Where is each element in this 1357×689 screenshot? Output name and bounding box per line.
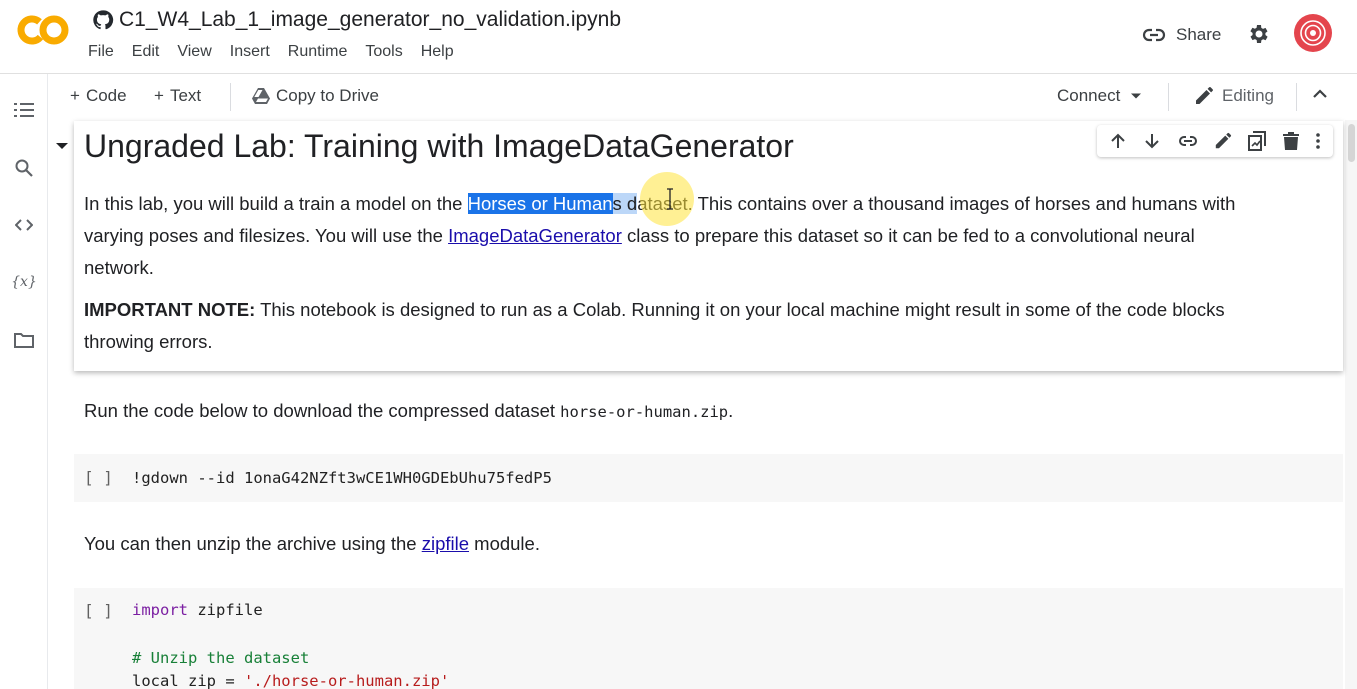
app-header: C1_W4_Lab_1_image_generator_no_validatio… bbox=[0, 0, 1357, 74]
menu-view[interactable]: View bbox=[177, 43, 211, 61]
page-title: Ungraded Lab: Training with ImageDataGen… bbox=[84, 128, 794, 164]
toolbar-divider bbox=[1296, 83, 1297, 111]
download-text: Run the code below to download the compr… bbox=[84, 400, 561, 421]
unzip-text: You can then unzip the archive using the bbox=[84, 533, 422, 554]
move-down-icon[interactable] bbox=[1143, 132, 1161, 150]
note-text: This notebook is designed to run as a Co… bbox=[255, 299, 1225, 320]
github-icon bbox=[93, 10, 114, 30]
intro-text: In this lab, you will build a train a mo… bbox=[84, 193, 468, 214]
editing-label: Editing bbox=[1222, 86, 1274, 105]
scrollbar-track[interactable] bbox=[1345, 120, 1357, 689]
toolbar-divider bbox=[1168, 83, 1169, 111]
filename-code: horse-or-human.zip bbox=[560, 403, 729, 421]
code-string: './horse-or-human.zip' bbox=[243, 672, 450, 689]
colab-logo[interactable] bbox=[14, 10, 72, 50]
scrollbar-thumb[interactable] bbox=[1348, 124, 1355, 162]
variables-icon[interactable]: {x} bbox=[11, 271, 37, 293]
connect-label: Connect bbox=[1057, 86, 1121, 105]
toolbar-divider bbox=[230, 83, 231, 111]
chevron-up-icon[interactable] bbox=[1312, 88, 1328, 100]
gear-icon[interactable] bbox=[1246, 22, 1270, 46]
run-cell-button[interactable]: [ ] bbox=[84, 468, 113, 487]
code-line[interactable]: local_zip = './horse-or-human.zip' bbox=[132, 672, 449, 689]
editing-mode-button[interactable]: Editing bbox=[1194, 86, 1274, 106]
add-code-button[interactable]: + Code bbox=[70, 86, 127, 106]
share-label: Share bbox=[1176, 25, 1222, 44]
plus-icon: + bbox=[70, 86, 80, 105]
left-sidebar: {x} bbox=[0, 74, 48, 689]
unzip-instructions: You can then unzip the archive using the… bbox=[84, 528, 540, 560]
share-button[interactable]: Share bbox=[1142, 23, 1221, 47]
menu-runtime[interactable]: Runtime bbox=[288, 43, 348, 61]
pencil-icon bbox=[1196, 87, 1213, 104]
title-row: C1_W4_Lab_1_image_generator_no_validatio… bbox=[92, 7, 621, 33]
link-icon bbox=[1142, 28, 1166, 42]
intro-text-rest: ataset. This contains over a thousand im… bbox=[637, 193, 1236, 214]
link-icon[interactable] bbox=[1178, 132, 1198, 150]
avatar-pattern-icon bbox=[1300, 20, 1326, 46]
code-keyword: import bbox=[132, 601, 188, 619]
delete-icon[interactable] bbox=[1282, 132, 1299, 150]
folder-icon[interactable] bbox=[13, 329, 35, 351]
cell-toolbar bbox=[1097, 125, 1333, 157]
intro-text: varying poses and filesizes. You will us… bbox=[84, 225, 449, 246]
intro-text-rest: class to prepare this dataset so it can … bbox=[621, 225, 1195, 246]
run-cell-button[interactable]: [ ] bbox=[84, 601, 113, 620]
chevron-down-icon[interactable] bbox=[1130, 92, 1142, 100]
zipfile-link[interactable]: zipfile bbox=[422, 533, 469, 554]
pencil-icon[interactable] bbox=[1214, 132, 1232, 150]
important-note: IMPORTANT NOTE: This notebook is designe… bbox=[84, 294, 1225, 326]
intro-line-2: varying poses and filesizes. You will us… bbox=[84, 220, 1195, 252]
intro-line-3: network. bbox=[84, 257, 154, 278]
connect-button[interactable]: Connect bbox=[1057, 86, 1142, 106]
important-note-line-2: throwing errors. bbox=[84, 331, 213, 352]
note-label: IMPORTANT NOTE: bbox=[84, 299, 256, 320]
menu-tools[interactable]: Tools bbox=[365, 43, 402, 61]
menu-file[interactable]: File bbox=[88, 43, 114, 61]
add-code-label: Code bbox=[85, 86, 127, 105]
search-icon[interactable] bbox=[13, 157, 35, 179]
add-text-label: Text bbox=[169, 86, 202, 105]
add-text-button[interactable]: + Text bbox=[154, 86, 201, 106]
notebook-title[interactable]: C1_W4_Lab_1_image_generator_no_validatio… bbox=[119, 8, 621, 32]
code-text: zipfile bbox=[188, 601, 263, 619]
move-up-icon[interactable] bbox=[1109, 132, 1127, 150]
notebook-toolbar: + Code + Text Copy to Drive Connect Edit… bbox=[48, 74, 1357, 120]
horses-or-humans-link[interactable]: Horses or Human bbox=[467, 193, 613, 214]
menu-insert[interactable]: Insert bbox=[230, 43, 270, 61]
more-options-icon[interactable] bbox=[1315, 132, 1321, 150]
table-of-contents-icon[interactable] bbox=[13, 99, 35, 121]
download-text-end: . bbox=[728, 400, 734, 421]
code-text: local_zip = bbox=[132, 672, 244, 689]
download-instructions: Run the code below to download the compr… bbox=[84, 395, 733, 428]
text-cursor-icon bbox=[667, 188, 673, 210]
plus-icon: + bbox=[154, 86, 164, 105]
unzip-text-end: module. bbox=[469, 533, 540, 554]
menu-bar: File Edit View Insert Runtime Tools Help bbox=[88, 43, 472, 61]
menu-edit[interactable]: Edit bbox=[132, 43, 160, 61]
drive-icon bbox=[252, 88, 270, 104]
menu-help[interactable]: Help bbox=[421, 43, 454, 61]
code-line[interactable]: !gdown --id 1onaG42NZft3wCE1WH0GDEbUhu75… bbox=[132, 469, 552, 487]
code-comment[interactable]: # Unzip the dataset bbox=[132, 649, 309, 667]
mirror-cell-icon[interactable] bbox=[1248, 131, 1267, 151]
copy-to-drive-label: Copy to Drive bbox=[276, 86, 379, 105]
section-collapse-icon[interactable] bbox=[55, 141, 69, 151]
code-snippets-icon[interactable] bbox=[13, 214, 35, 236]
copy-to-drive-button[interactable]: Copy to Drive bbox=[252, 86, 379, 106]
imagedatagenerator-link[interactable]: ImageDataGenerator bbox=[448, 225, 622, 246]
selection-tail: s d bbox=[612, 193, 638, 214]
code-line[interactable]: import zipfile bbox=[132, 601, 263, 619]
user-avatar[interactable] bbox=[1294, 14, 1332, 52]
intro-line-1: In this lab, you will build a train a mo… bbox=[84, 188, 1235, 220]
